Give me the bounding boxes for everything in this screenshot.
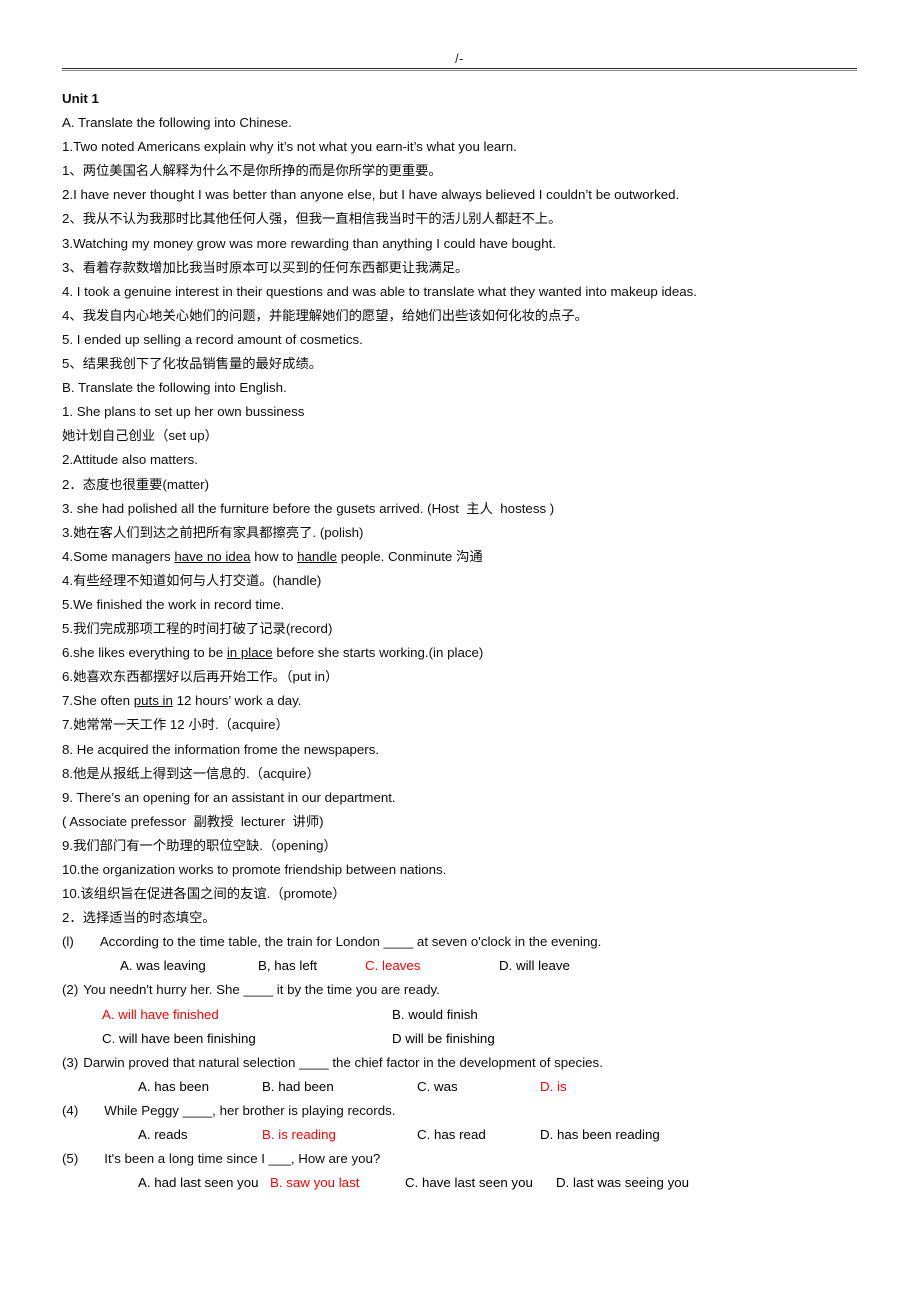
part-b-item-4-underline-1: have no idea (174, 548, 251, 564)
question-1-option-d[interactable]: D. will leave (499, 954, 570, 978)
part-b-item-7-pre: 7.She often (62, 693, 134, 709)
part-b-item-8-cn: 8.他是从报纸上得到这一信息的.（acquire） (62, 765, 320, 781)
part-b-item-1-en: 1. She plans to set up her own bussiness (62, 404, 305, 420)
question-4-option-c[interactable]: C. has read (417, 1123, 486, 1147)
part-a-item-3-cn: 3、看着存款数增加比我当时原本可以买到的任何东西都更让我满足。 (62, 259, 469, 275)
page-header: /- (62, 52, 857, 71)
question-4-option-d[interactable]: D. has been reading (540, 1123, 660, 1147)
question-5-option-d[interactable]: D. last was seeing you (556, 1171, 689, 1195)
part-b-item-7-post: 12 hours’ work a day. (172, 693, 302, 709)
question-1-options: A. was leaving B, has left C. leaves D. … (62, 954, 862, 978)
part-b-item-4-cn: 4.有些经理不知道如何与人打交道。(handle) (62, 572, 322, 588)
part-b-item-4-post: people. Conminute 沟通 (337, 548, 483, 564)
part-b-item-4-mid: how to (250, 548, 298, 564)
question-2-option-d[interactable]: D will be finishing (392, 1027, 495, 1051)
part-b-item-2-cn: 2．态度也很重要(matter) (62, 476, 210, 492)
question-2-text: You needn't hurry her. She ____ it by th… (83, 982, 440, 998)
part-b-item-10-en: 10.the organization works to promote fri… (62, 862, 447, 877)
question-5-text: It's been a long time since I ___, How a… (104, 1151, 381, 1167)
header-rule (62, 68, 857, 71)
part-b-item-7-cn: 7.她常常一天工作 12 小时.（acquire） (62, 717, 289, 733)
part-b-item-10-cn: 10.该组织旨在促进各国之间的友谊.（promote） (62, 886, 346, 902)
question-4-option-b[interactable]: B. is reading (262, 1123, 336, 1147)
question-3-option-c[interactable]: C. was (417, 1075, 458, 1099)
part-a-item-4-en: 4. I took a genuine interest in their qu… (62, 283, 697, 299)
question-4-options: A. reads B. is reading C. has read D. ha… (62, 1123, 862, 1147)
question-4-stem: (4) While Peggy ____, her brother is play… (62, 1099, 862, 1123)
question-4-text: While Peggy ____, her brother is playing… (104, 1102, 396, 1118)
question-4-option-a[interactable]: A. reads (138, 1123, 188, 1147)
question-1-stem: (l) According to the time table, the trai… (62, 930, 862, 954)
question-2-option-b[interactable]: B. would finish (392, 1003, 478, 1027)
part-b-item-6-cn: 6.她喜欢东西都摆好以后再开始工作。（put in） (62, 669, 339, 685)
part-b-item-5-cn: 5.我们完成那项工程的时间打破了记录(record) (62, 621, 333, 637)
part-b-item-9-note: ( Associate prefessor 副教授 lecturer 讲师) (62, 813, 324, 829)
part-b-item-2-en: 2.Attitude also matters. (62, 452, 198, 468)
question-3-option-b[interactable]: B. had been (262, 1075, 334, 1099)
part-a-item-3-en: 3.Watching my money grow was more reward… (62, 235, 556, 251)
part-b-item-6-pre: 6.she likes everything to be (62, 645, 227, 661)
question-2-stem: (2) You needn't hurry her. She ____ it by… (62, 978, 862, 1002)
part-b-item-8-en: 8. He acquired the information frome the… (62, 741, 380, 757)
part-b-item-1-cn: 她计划自己创业（set up） (62, 428, 218, 444)
question-2-option-c[interactable]: C. will have been finishing (102, 1027, 256, 1051)
question-2-options-row-2: C. will have been finishing D will be fi… (62, 1027, 862, 1051)
part-b-item-7-en: 7.She often puts in 12 hours’ work a day… (62, 689, 862, 713)
part-b-item-5-en: 5.We finished the work in record time. (62, 596, 285, 612)
part-b-item-3-cn: 3.她在客人们到达之前把所有家具都擦亮了. (polish) (62, 524, 364, 540)
question-3-options: A. has been B. had been C. was D. is (62, 1075, 862, 1099)
question-3-text: Darwin proved that natural selection ___… (83, 1054, 603, 1070)
document-body: Unit 1 A. Translate the following into C… (62, 87, 862, 1195)
header-text: /- (455, 52, 464, 66)
part-b-item-3-en: 3. she had polished all the furniture be… (62, 500, 555, 516)
question-5-stem: (5) It's been a long time since I ___, Ho… (62, 1147, 862, 1171)
part-b-item-4-en: 4.Some managers have no idea how to hand… (62, 545, 862, 569)
part-a-item-2-cn: 2、我从不认为我那时比其他任何人强，但我一直相信我当时干的活儿别人都赶不上。 (62, 211, 562, 227)
question-5-options: A. had last seen you B. saw you last C. … (62, 1171, 862, 1195)
question-5-option-c[interactable]: C. have last seen you (405, 1171, 533, 1195)
part-a-item-5-en: 5. I ended up selling a record amount of… (62, 331, 363, 347)
part-b-item-6-post: before she starts working.(in place) (272, 645, 484, 661)
part-b-item-9-en: 9. There’s an opening for an assistant i… (62, 789, 396, 805)
part-b-item-6-en: 6.she likes everything to be in place be… (62, 641, 862, 665)
question-5-option-a[interactable]: A. had last seen you (138, 1171, 259, 1195)
section-heading-a: A. Translate the following into Chinese. (62, 115, 292, 131)
question-1-option-a[interactable]: A. was leaving (120, 954, 206, 978)
part-a-item-1-en: 1.Two noted Americans explain why it’s n… (62, 139, 517, 155)
part-b-item-4-pre: 4.Some managers (62, 548, 175, 564)
question-1-text: According to the time table, the train f… (99, 934, 602, 950)
part-b-item-6-underline: in place (226, 645, 273, 661)
question-2-options-row-1: A. will have finished B. would finish (62, 1003, 862, 1027)
part-b-item-4-underline-2: handle (297, 548, 338, 564)
question-1-option-c[interactable]: C. leaves (365, 954, 420, 978)
part-a-item-1-cn: 1、两位美国名人解释为什么不是你所挣的而是你所学的更重要。 (62, 163, 442, 179)
question-1-option-b[interactable]: B, has left (258, 954, 317, 978)
question-3-option-a[interactable]: A. has been (138, 1075, 209, 1099)
part-a-item-2-en: 2.I have never thought I was better than… (62, 187, 680, 203)
section-heading-2: 2．选择适当的时态填空。 (62, 910, 216, 926)
part-a-item-5-cn: 5、结果我创下了化妆品销售量的最好成绩。 (62, 356, 323, 372)
question-1-number: (l) (62, 934, 74, 950)
part-b-item-7-underline: puts in (133, 693, 173, 709)
question-3-stem: (3) Darwin proved that natural selection … (62, 1051, 862, 1075)
part-b-item-9-cn: 9.我们部门有一个助理的职位空缺.（opening） (62, 837, 337, 853)
question-5-option-b[interactable]: B. saw you last (270, 1171, 359, 1195)
part-a-item-4-cn: 4、我发自内心地关心她们的问题，并能理解她们的愿望，给她们出些该如何化妆的点子。 (62, 307, 588, 323)
page-title: Unit 1 (62, 91, 99, 106)
section-heading-b: B. Translate the following into English. (62, 380, 287, 396)
question-2-option-a[interactable]: A. will have finished (102, 1003, 219, 1027)
question-3-option-d[interactable]: D. is (540, 1075, 567, 1099)
document-page: /- Unit 1 A. Translate the following int… (0, 0, 920, 1302)
